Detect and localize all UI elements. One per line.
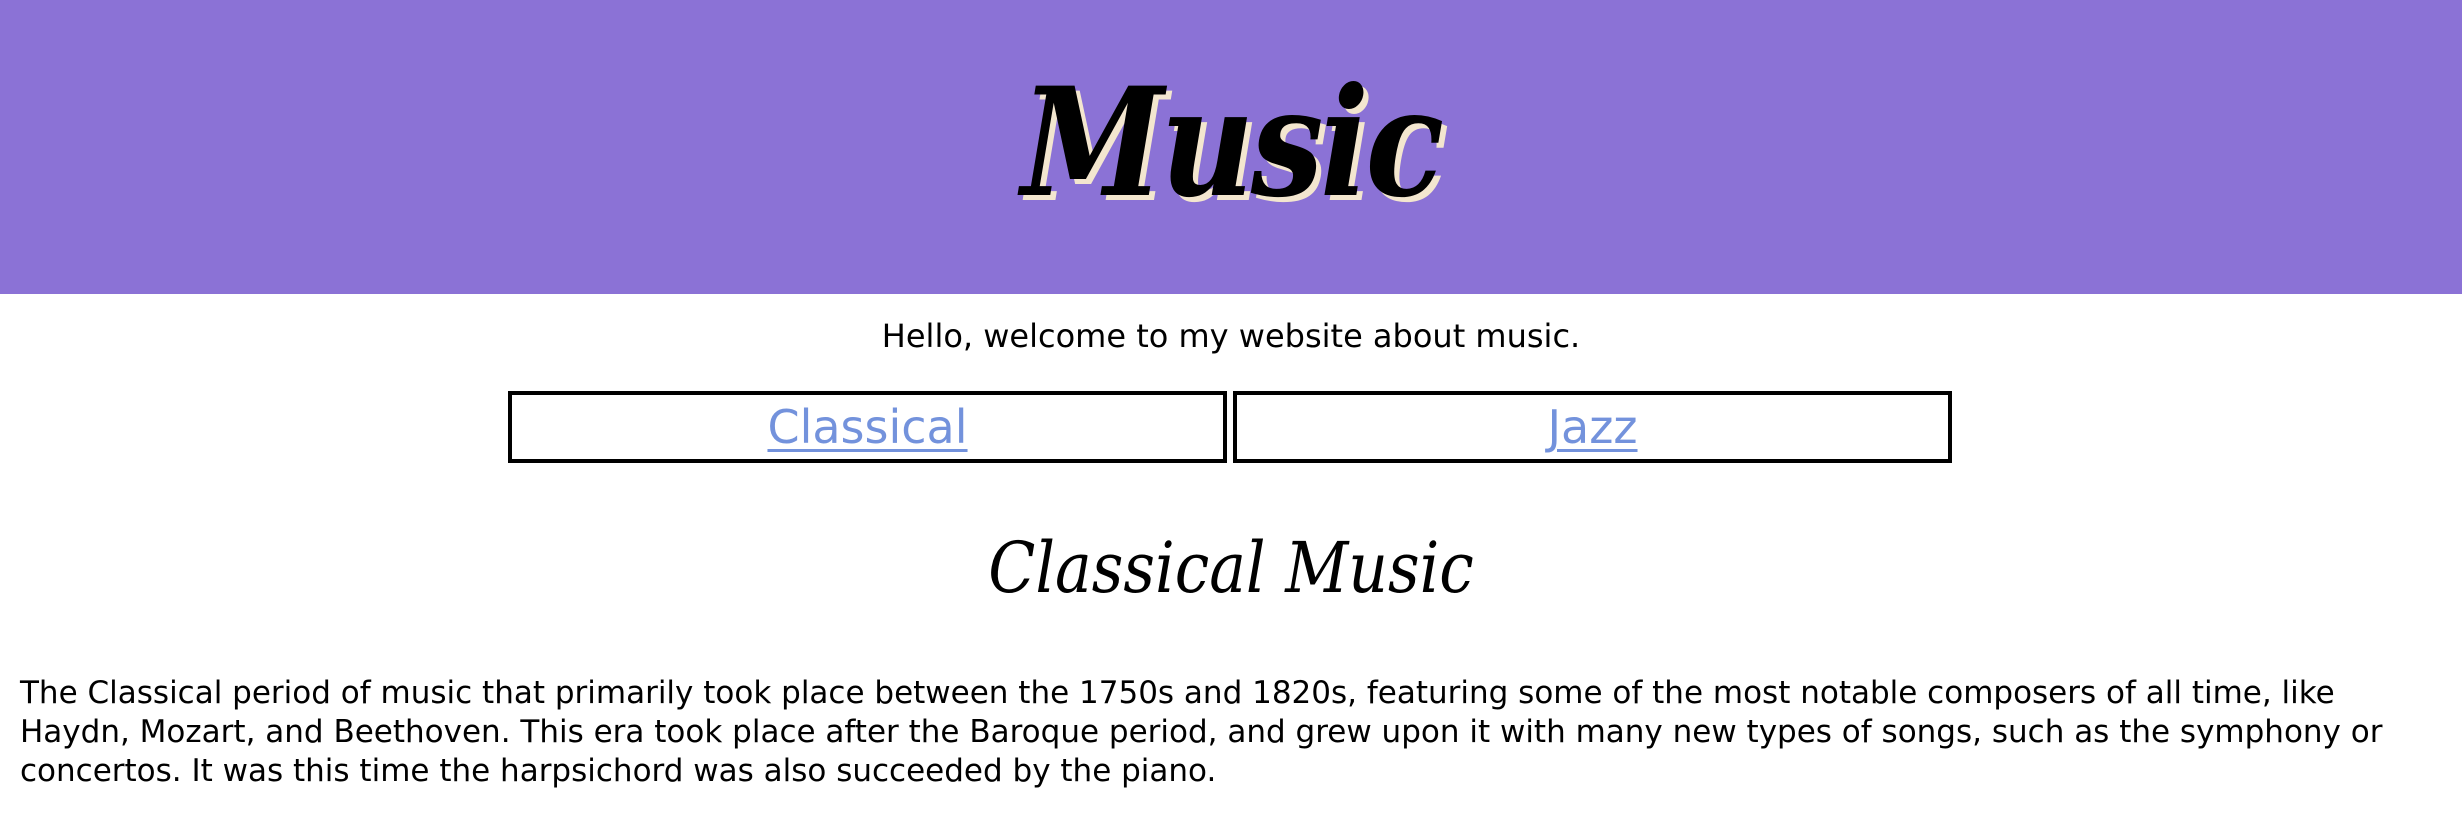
nav-cell-classical: Classical	[508, 391, 1227, 463]
nav-link-classical[interactable]: Classical	[767, 400, 967, 454]
nav-cell-jazz: Jazz	[1233, 391, 1952, 463]
nav-table: Classical Jazz	[508, 391, 1952, 463]
welcome-message: Hello, welcome to my website about music…	[881, 317, 1581, 355]
section-paragraph: The Classical period of music that prima…	[20, 675, 2383, 789]
site-title: Music	[1021, 55, 1444, 231]
nav-link-jazz[interactable]: Jazz	[1547, 400, 1637, 454]
section-title: Classical Music	[988, 527, 1474, 609]
header-banner: Music	[0, 0, 2462, 294]
